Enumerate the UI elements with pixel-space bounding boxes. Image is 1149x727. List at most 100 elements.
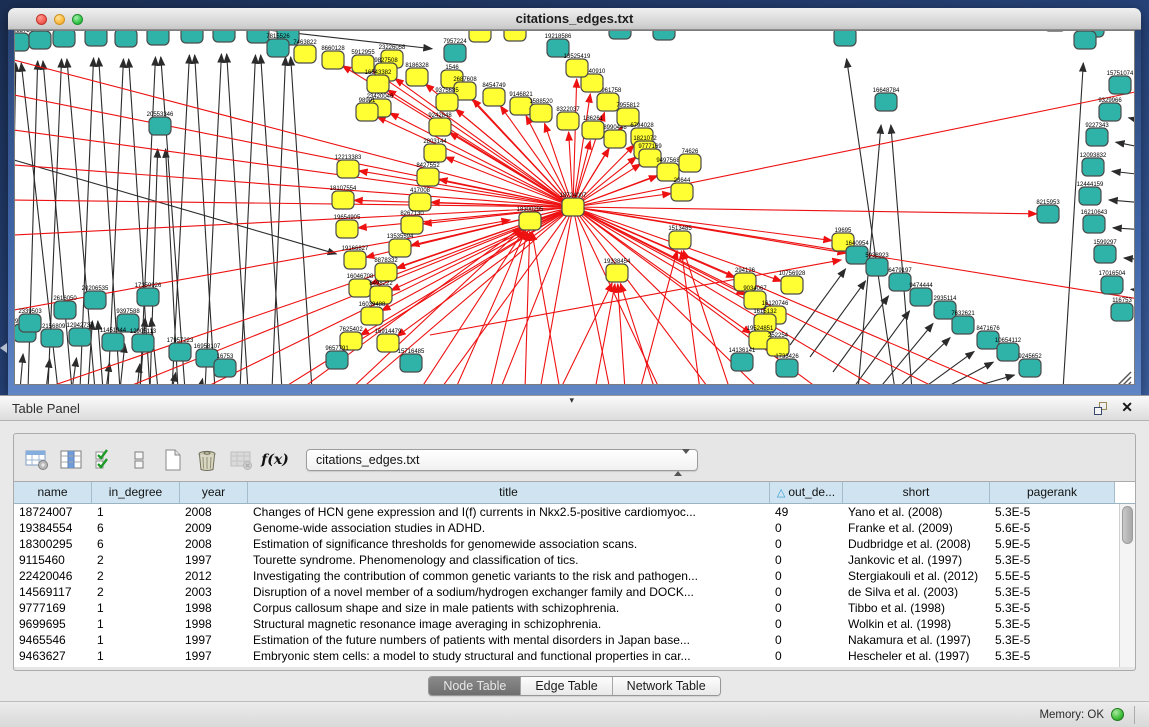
graph-node[interactable]: 13525419 bbox=[564, 54, 591, 77]
delete-table-button-disabled[interactable] bbox=[224, 445, 258, 475]
cell-pagerank[interactable]: 5.6E-5 bbox=[990, 520, 1115, 536]
graph-node[interactable]: 12905113 bbox=[130, 329, 157, 352]
graph-edge[interactable] bbox=[20, 354, 23, 385]
table-row[interactable]: 977716911998Corpus callosum shape and si… bbox=[14, 600, 1119, 616]
graph-node[interactable]: 12156809 bbox=[39, 324, 66, 347]
graph-node[interactable]: 19338454 bbox=[604, 259, 631, 282]
graph-node[interactable]: 74626 bbox=[679, 149, 701, 172]
graph-node[interactable]: 9657791 bbox=[325, 346, 349, 369]
network-canvas[interactable]: 2405572276914061953191010655287152766029… bbox=[14, 30, 1135, 385]
graph-node[interactable]: 12213383 bbox=[335, 155, 362, 178]
graph-node[interactable]: 14136141 bbox=[729, 348, 756, 371]
cell-out_de[interactable]: 0 bbox=[770, 520, 843, 536]
graph-node[interactable]: 9245652 bbox=[1018, 354, 1042, 377]
graph-edge[interactable] bbox=[14, 160, 336, 254]
graph-edge[interactable] bbox=[532, 232, 560, 385]
graph-node[interactable]: 9227343 bbox=[1085, 123, 1109, 146]
graph-node[interactable]: 55723 bbox=[609, 30, 631, 39]
cell-out_de[interactable]: 0 bbox=[770, 648, 843, 664]
splitter-handle-icon[interactable]: ▾ bbox=[570, 395, 575, 406]
graph-edge[interactable] bbox=[455, 109, 573, 207]
graph-node[interactable]: 18724007 bbox=[560, 193, 587, 216]
cell-title[interactable]: Genome-wide association studies in ADHD. bbox=[248, 520, 770, 536]
cell-out_de[interactable]: 0 bbox=[770, 568, 843, 584]
cell-year[interactable]: 2012 bbox=[180, 568, 248, 584]
cell-year[interactable]: 1997 bbox=[180, 552, 248, 568]
cell-out_de[interactable]: 0 bbox=[770, 584, 843, 600]
graph-node[interactable]: 8990448 bbox=[603, 125, 627, 148]
graph-node[interactable]: 27691406 bbox=[51, 30, 78, 47]
graph-node[interactable]: 116753 bbox=[1111, 298, 1133, 321]
cell-pagerank[interactable]: 5.3E-5 bbox=[990, 632, 1115, 648]
graph-edge[interactable] bbox=[525, 232, 530, 385]
graph-edge[interactable] bbox=[573, 207, 610, 385]
graph-edge[interactable] bbox=[1063, 63, 1083, 385]
graph-node[interactable]: 2339503 bbox=[18, 309, 42, 332]
graph-edge[interactable] bbox=[963, 375, 1014, 385]
graph-node[interactable]: 12942737 bbox=[67, 323, 94, 346]
cell-pagerank[interactable]: 5.3E-5 bbox=[990, 648, 1115, 664]
citation-network-graph[interactable]: 2405572276914061953191010655287152766029… bbox=[14, 30, 1135, 385]
graph-node[interactable]: 19166827 bbox=[342, 246, 369, 269]
graph-node[interactable]: 15751074 bbox=[1107, 71, 1134, 94]
graph-node[interactable]: 20553346 bbox=[147, 112, 174, 135]
cell-short[interactable]: Hescheler et al. (1997) bbox=[843, 648, 990, 664]
graph-node[interactable]: 8186328 bbox=[405, 63, 429, 86]
graph-node[interactable]: 20206535 bbox=[82, 286, 109, 309]
cell-short[interactable]: de Silva et al. (2003) bbox=[843, 584, 990, 600]
table-row[interactable]: 946362711997Embryonic stem cells: a mode… bbox=[14, 648, 1119, 664]
graph-edge[interactable] bbox=[891, 125, 912, 385]
graph-node[interactable] bbox=[29, 31, 51, 49]
cell-title[interactable]: Changes of HCN gene expression and I(f) … bbox=[248, 504, 770, 520]
graph-node[interactable] bbox=[469, 30, 491, 42]
graph-node[interactable] bbox=[653, 30, 675, 40]
graph-edge[interactable] bbox=[810, 281, 866, 357]
graph-node[interactable]: 17957223 bbox=[167, 338, 194, 361]
table-row[interactable]: 1938455462009Genome-wide association stu… bbox=[14, 520, 1119, 536]
graph-edge[interactable] bbox=[455, 231, 526, 385]
graph-node[interactable]: 7815526 bbox=[266, 34, 290, 57]
graph-edge[interactable] bbox=[227, 54, 248, 385]
graph-node[interactable]: 2616050 bbox=[53, 296, 77, 319]
cell-name[interactable]: 19384554 bbox=[14, 520, 92, 536]
graph-node[interactable]: 8660128 bbox=[321, 46, 345, 69]
graph-edge[interactable] bbox=[896, 338, 950, 385]
cell-pagerank[interactable]: 5.9E-5 bbox=[990, 536, 1115, 552]
cell-in_degree[interactable]: 6 bbox=[92, 536, 180, 552]
graph-edge[interactable] bbox=[573, 207, 1037, 214]
graph-edge[interactable] bbox=[1127, 382, 1131, 385]
cell-title[interactable]: Embryonic stem cells: a model to study s… bbox=[248, 648, 770, 664]
rows-button[interactable] bbox=[122, 445, 156, 475]
cell-out_de[interactable]: 0 bbox=[770, 616, 843, 632]
cell-short[interactable]: Dudbridge et al. (2008) bbox=[843, 536, 990, 552]
cell-in_degree[interactable]: 1 bbox=[92, 504, 180, 520]
graph-node[interactable]: 186261 bbox=[582, 116, 604, 139]
graph-node[interactable]: 2405572 bbox=[14, 30, 30, 51]
cell-title[interactable]: Structural magnetic resonance image aver… bbox=[248, 616, 770, 632]
graph-node[interactable] bbox=[85, 30, 107, 46]
cell-year[interactable]: 2009 bbox=[180, 520, 248, 536]
graph-edge[interactable] bbox=[1131, 289, 1135, 291]
column-header-short[interactable]: short bbox=[843, 482, 990, 503]
graph-edge[interactable] bbox=[573, 207, 751, 334]
table-row[interactable]: 946554611997Estimation of the future num… bbox=[14, 632, 1119, 648]
network-window-titlebar[interactable]: citations_edges.txt bbox=[8, 8, 1141, 30]
cell-short[interactable]: Jankovic et al. (1997) bbox=[843, 552, 990, 568]
graph-node[interactable]: 7463822 bbox=[293, 40, 317, 63]
cell-title[interactable]: Estimation of the future numbers of pati… bbox=[248, 632, 770, 648]
cell-in_degree[interactable]: 6 bbox=[92, 520, 180, 536]
graph-node[interactable]: 10756928 bbox=[779, 271, 806, 294]
graph-node[interactable]: 7957224 bbox=[443, 39, 467, 62]
graph-node[interactable]: 18300295 bbox=[517, 207, 544, 230]
graph-edge[interactable] bbox=[595, 284, 615, 385]
graph-node[interactable]: 8878332 bbox=[374, 258, 398, 281]
column-header-year[interactable]: year bbox=[180, 482, 248, 503]
graph-node[interactable]: 5938923 bbox=[865, 253, 889, 276]
graph-node[interactable]: 19531910 bbox=[113, 30, 140, 47]
float-window-icon[interactable] bbox=[1094, 402, 1107, 415]
graph-node[interactable] bbox=[1044, 30, 1066, 31]
collapse-left-panel-icon[interactable] bbox=[0, 343, 7, 353]
graph-node[interactable]: 13535594 bbox=[387, 234, 414, 257]
cell-in_degree[interactable]: 2 bbox=[92, 584, 180, 600]
graph-edge[interactable] bbox=[1113, 228, 1135, 230]
